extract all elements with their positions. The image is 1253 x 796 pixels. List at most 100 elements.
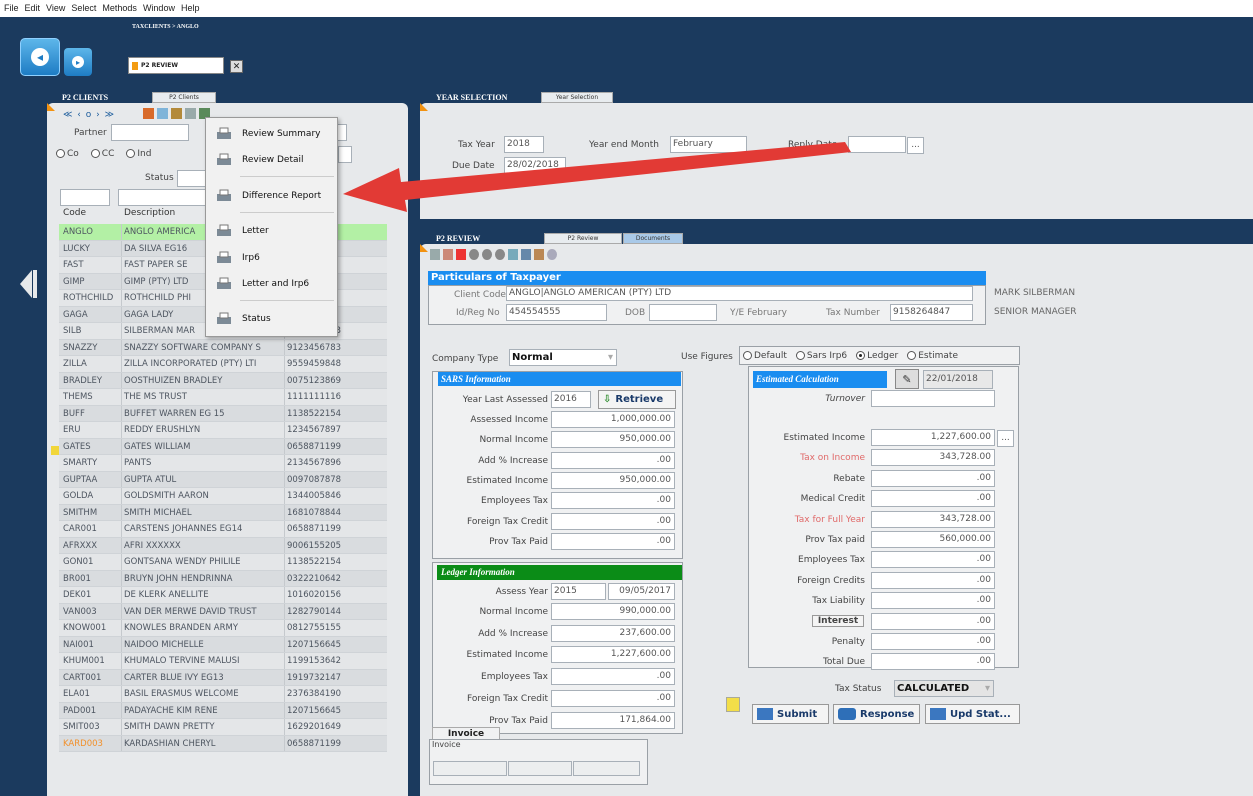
menu-view[interactable]: View — [46, 3, 65, 13]
sort-icon[interactable] — [534, 249, 544, 260]
radio-sars-irp6[interactable]: Sars Irp6 — [795, 350, 847, 361]
sars-value-0[interactable]: 1,000,000.00 — [551, 411, 675, 428]
table-row[interactable]: VAN003 VAN DER MERWE DAVID TRUST 128279014… — [59, 603, 387, 620]
estimated-value-5[interactable]: 560,000.00 — [871, 531, 995, 548]
invoice-field-1[interactable] — [433, 761, 507, 776]
radio-cc[interactable]: CC — [90, 149, 114, 159]
cancel-icon[interactable] — [482, 249, 492, 260]
estimated-value-8[interactable]: .00 — [871, 592, 995, 610]
table-row[interactable]: BRADLEY OOSTHUIZEN BRADLEY 0075123869 — [59, 372, 387, 389]
collapse-panel-button[interactable] — [18, 268, 38, 300]
delete-icon[interactable] — [456, 249, 466, 260]
table-row[interactable]: NAI001 NAIDOO MICHELLE 1207156645 — [59, 636, 387, 653]
invoice-field-2[interactable] — [508, 761, 572, 776]
estimated-value-6[interactable]: .00 — [871, 551, 995, 569]
save-icon[interactable] — [469, 249, 479, 260]
assess-date-input[interactable]: 09/05/2017 — [608, 583, 675, 600]
sars-value-2[interactable]: .00 — [551, 451, 675, 469]
partner-input[interactable] — [111, 124, 189, 141]
radio-ledger[interactable]: Ledger — [856, 350, 898, 361]
menu-file[interactable]: File — [4, 3, 19, 13]
estimated-value-2[interactable]: .00 — [871, 469, 995, 487]
email-icon[interactable] — [521, 249, 531, 260]
table-row[interactable]: SMIT003 SMITH DAWN PRETTY 1629201649 — [59, 719, 387, 736]
table-row[interactable]: BUFF BUFFET WARREN EG 15 1138522154 — [59, 405, 387, 422]
table-row[interactable]: GUPTAA GUPTA ATUL 0097087878 — [59, 471, 387, 488]
tab-p2-review-inner[interactable]: P2 Review — [544, 233, 622, 244]
back-button[interactable]: ◂ — [20, 38, 60, 76]
menu-item-review-detail[interactable]: Review Detail — [206, 148, 337, 172]
estimated-value-11[interactable]: .00 — [871, 653, 995, 671]
assess-year-input[interactable]: 2015 — [551, 583, 606, 600]
client-code-input[interactable]: ANGLO|ANGLO AMERICAN (PTY) LTD — [506, 286, 973, 301]
ledger-value-5[interactable]: 171,864.00 — [551, 711, 675, 729]
response-button[interactable]: Response — [833, 704, 920, 724]
ledger-value-0[interactable]: 990,000.00 — [551, 603, 675, 620]
radio-co[interactable]: Co — [56, 149, 79, 159]
turnover-input[interactable] — [871, 390, 995, 407]
submit-button[interactable]: Submit — [752, 704, 829, 724]
estimated-value-9[interactable]: .00 — [871, 612, 995, 630]
reply-date-picker-button[interactable]: ... — [907, 137, 924, 154]
tax-number-input[interactable]: 9158264847 — [890, 304, 973, 321]
code-filter-input[interactable] — [60, 189, 110, 206]
info-icon[interactable] — [547, 249, 557, 260]
table-row[interactable]: DEK01 DE KLERK ANELLITE 1016020156 — [59, 587, 387, 604]
table-row[interactable]: GOLDA GOLDSMITH AARON 1344005846 — [59, 488, 387, 505]
sars-value-6[interactable]: .00 — [551, 532, 675, 550]
menu-item-letter-and-irp6[interactable]: Letter and Irp6 — [206, 272, 337, 296]
search-icon[interactable] — [495, 249, 505, 260]
menu-item-difference-report[interactable]: Difference Report — [206, 184, 337, 208]
year-last-assessed-input[interactable]: 2016 — [551, 391, 591, 408]
description-filter-input[interactable] — [118, 189, 206, 206]
table-row[interactable]: PAD001 PADAYACHE KIM RENE 1207156645 — [59, 702, 387, 719]
print-icon[interactable] — [185, 108, 196, 119]
sars-value-5[interactable]: .00 — [551, 512, 675, 530]
table-row[interactable]: SNAZZY SNAZZY SOFTWARE COMPANY S 912345678… — [59, 339, 387, 356]
menu-item-irp6[interactable]: Irp6 — [206, 246, 337, 270]
menu-item-letter[interactable]: Letter — [206, 219, 337, 243]
retrieve-button[interactable]: ⇩ Retrieve — [598, 390, 676, 409]
sars-value-3[interactable]: 950,000.00 — [551, 471, 675, 489]
table-row[interactable]: AFRXXX AFRI XXXXXX 9006155205 — [59, 537, 387, 554]
radio-default[interactable]: Default — [743, 350, 787, 361]
table-row[interactable]: BR001 BRUYN JOHN HENDRINNA 0322210642 — [59, 570, 387, 587]
ledger-value-2[interactable]: 1,227,600.00 — [551, 646, 675, 664]
table-row[interactable]: KHUM001 KHUMALO TERVINE MALUSI 1199153642 — [59, 653, 387, 670]
estimated-value-7[interactable]: .00 — [871, 571, 995, 589]
table-row[interactable]: THEMS THE MS TRUST 1111111116 — [59, 389, 387, 406]
table-row[interactable]: GON01 GONTSANA WENDY PHILILE 1138522154 — [59, 554, 387, 571]
tab-year-selection[interactable]: Year Selection — [541, 92, 613, 103]
tab-close-button[interactable]: ✕ — [230, 60, 243, 73]
status-input[interactable] — [177, 170, 207, 187]
menu-window[interactable]: Window — [143, 3, 175, 13]
refresh-icon[interactable] — [157, 108, 168, 119]
radio-ind[interactable]: Ind — [126, 149, 151, 159]
tab-p2-review[interactable]: P2 REVIEW — [128, 57, 224, 74]
tab-documents[interactable]: Documents — [623, 233, 683, 244]
record-navigator[interactable]: ≪ ‹ o › ≫ — [63, 110, 115, 120]
table-row[interactable]: CART001 CARTER BLUE IVY EG13 1919732147 — [59, 669, 387, 686]
menu-item-status[interactable]: Status — [206, 307, 337, 331]
menu-methods[interactable]: Methods — [102, 3, 137, 13]
ledger-value-3[interactable]: .00 — [551, 668, 675, 686]
sars-value-1[interactable]: 950,000.00 — [551, 431, 675, 449]
interest-button[interactable]: Interest — [812, 614, 864, 627]
estimated-value-3[interactable]: .00 — [871, 490, 995, 508]
table-row[interactable]: GATES GATES WILLIAM 0658871199 — [59, 438, 387, 455]
add-icon[interactable] — [143, 108, 154, 119]
table-row[interactable]: ERU REDDY ERUSHLYN 1234567897 — [59, 422, 387, 439]
invoice-field-3[interactable] — [573, 761, 640, 776]
new-icon[interactable] — [430, 249, 440, 260]
sort-icon[interactable] — [171, 108, 182, 119]
tax-status-select[interactable]: CALCULATED ▾ — [894, 680, 994, 697]
menu-help[interactable]: Help — [181, 3, 200, 13]
estimated-value-0[interactable]: 1,227,600.00 — [871, 429, 995, 446]
company-type-select[interactable]: Normal ▾ — [509, 349, 617, 366]
table-row[interactable]: KNOW001 KNOWLES BRANDEN ARMY 0812755155 — [59, 620, 387, 637]
ledger-value-1[interactable]: 237,600.00 — [551, 624, 675, 642]
tab-p2-clients[interactable]: P2 Clients — [152, 92, 216, 103]
menu-edit[interactable]: Edit — [25, 3, 41, 13]
menu-item-review-summary[interactable]: Review Summary — [206, 122, 337, 146]
col-code-header[interactable]: Code — [59, 205, 122, 224]
